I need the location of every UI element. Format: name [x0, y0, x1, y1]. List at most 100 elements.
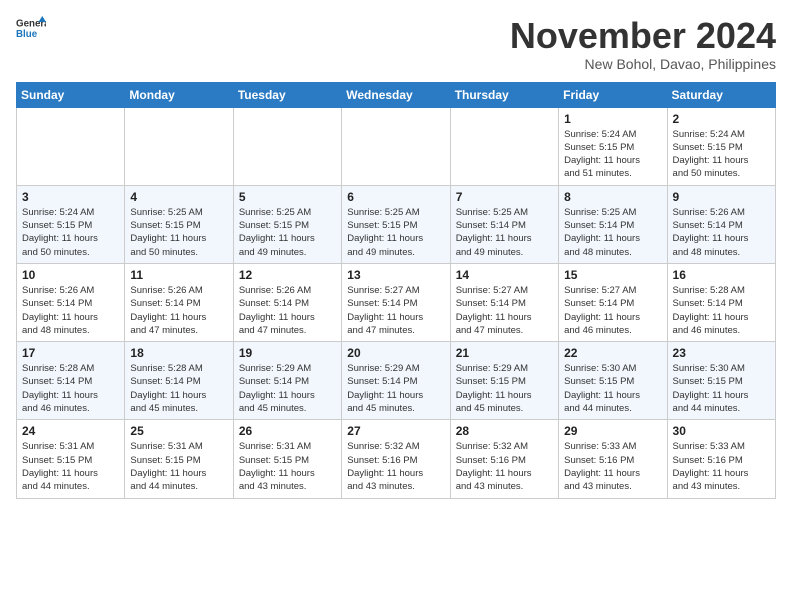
- day-info: Sunrise: 5:25 AM Sunset: 5:14 PM Dayligh…: [456, 206, 553, 259]
- day-info: Sunrise: 5:31 AM Sunset: 5:15 PM Dayligh…: [22, 440, 119, 493]
- day-number: 25: [130, 424, 227, 438]
- cal-cell: [233, 107, 341, 185]
- week-row-1: 1 Sunrise: 5:24 AM Sunset: 5:15 PM Daylig…: [17, 107, 776, 185]
- day-info: Sunrise: 5:26 AM Sunset: 5:14 PM Dayligh…: [22, 284, 119, 337]
- cal-cell: 3 Sunrise: 5:24 AM Sunset: 5:15 PM Daylig…: [17, 185, 125, 263]
- cal-cell: 4 Sunrise: 5:25 AM Sunset: 5:15 PM Daylig…: [125, 185, 233, 263]
- day-info: Sunrise: 5:32 AM Sunset: 5:16 PM Dayligh…: [347, 440, 444, 493]
- day-number: 9: [673, 190, 770, 204]
- cal-cell: 14 Sunrise: 5:27 AM Sunset: 5:14 PM Dayli…: [450, 263, 558, 341]
- cal-cell: 26 Sunrise: 5:31 AM Sunset: 5:15 PM Dayli…: [233, 420, 341, 498]
- day-info: Sunrise: 5:33 AM Sunset: 5:16 PM Dayligh…: [564, 440, 661, 493]
- day-info: Sunrise: 5:28 AM Sunset: 5:14 PM Dayligh…: [673, 284, 770, 337]
- cal-cell: 28Sunrise: 5:32 AM Sunset: 5:16 PM Dayli…: [450, 420, 558, 498]
- cal-cell: [17, 107, 125, 185]
- day-number: 16: [673, 268, 770, 282]
- day-number: 11: [130, 268, 227, 282]
- cal-cell: 16 Sunrise: 5:28 AM Sunset: 5:14 PM Dayli…: [667, 263, 775, 341]
- week-row-3: 10 Sunrise: 5:26 AM Sunset: 5:14 PM Dayli…: [17, 263, 776, 341]
- col-header-tuesday: Tuesday: [233, 82, 341, 107]
- cal-cell: [450, 107, 558, 185]
- svg-text:Blue: Blue: [16, 29, 38, 40]
- day-info: Sunrise: 5:29 AM Sunset: 5:14 PM Dayligh…: [239, 362, 336, 415]
- day-number: 15: [564, 268, 661, 282]
- cal-cell: 15Sunrise: 5:27 AM Sunset: 5:14 PM Dayli…: [559, 263, 667, 341]
- day-info: Sunrise: 5:30 AM Sunset: 5:15 PM Dayligh…: [673, 362, 770, 415]
- week-row-5: 24 Sunrise: 5:31 AM Sunset: 5:15 PM Dayli…: [17, 420, 776, 498]
- day-info: Sunrise: 5:33 AM Sunset: 5:16 PM Dayligh…: [673, 440, 770, 493]
- cal-cell: 27 Sunrise: 5:32 AM Sunset: 5:16 PM Dayli…: [342, 420, 450, 498]
- day-info: Sunrise: 5:27 AM Sunset: 5:14 PM Dayligh…: [347, 284, 444, 337]
- day-number: 19: [239, 346, 336, 360]
- cal-cell: 6 Sunrise: 5:25 AM Sunset: 5:15 PM Daylig…: [342, 185, 450, 263]
- cal-cell: 18 Sunrise: 5:28 AM Sunset: 5:14 PM Dayli…: [125, 342, 233, 420]
- day-number: 4: [130, 190, 227, 204]
- title-area: November 2024 New Bohol, Davao, Philippi…: [510, 16, 776, 72]
- cal-cell: 25 Sunrise: 5:31 AM Sunset: 5:15 PM Dayli…: [125, 420, 233, 498]
- day-number: 5: [239, 190, 336, 204]
- cal-cell: [342, 107, 450, 185]
- col-header-saturday: Saturday: [667, 82, 775, 107]
- col-header-sunday: Sunday: [17, 82, 125, 107]
- cal-cell: 12 Sunrise: 5:26 AM Sunset: 5:14 PM Dayli…: [233, 263, 341, 341]
- day-info: Sunrise: 5:24 AM Sunset: 5:15 PM Dayligh…: [564, 128, 661, 181]
- day-number: 10: [22, 268, 119, 282]
- day-number: 14: [456, 268, 553, 282]
- day-info: Sunrise: 5:30 AM Sunset: 5:15 PM Dayligh…: [564, 362, 661, 415]
- cal-cell: 20Sunrise: 5:29 AM Sunset: 5:14 PM Dayli…: [342, 342, 450, 420]
- day-number: 30: [673, 424, 770, 438]
- col-header-monday: Monday: [125, 82, 233, 107]
- cal-cell: 24 Sunrise: 5:31 AM Sunset: 5:15 PM Dayli…: [17, 420, 125, 498]
- cal-cell: 30 Sunrise: 5:33 AM Sunset: 5:16 PM Dayli…: [667, 420, 775, 498]
- day-number: 23: [673, 346, 770, 360]
- cal-cell: 1 Sunrise: 5:24 AM Sunset: 5:15 PM Daylig…: [559, 107, 667, 185]
- day-number: 12: [239, 268, 336, 282]
- day-number: 26: [239, 424, 336, 438]
- month-year-title: November 2024: [510, 16, 776, 56]
- day-info: Sunrise: 5:31 AM Sunset: 5:15 PM Dayligh…: [239, 440, 336, 493]
- cal-cell: 21 Sunrise: 5:29 AM Sunset: 5:15 PM Dayli…: [450, 342, 558, 420]
- cal-cell: 8 Sunrise: 5:25 AM Sunset: 5:14 PM Daylig…: [559, 185, 667, 263]
- day-info: Sunrise: 5:29 AM Sunset: 5:15 PM Dayligh…: [456, 362, 553, 415]
- day-info: Sunrise: 5:25 AM Sunset: 5:14 PM Dayligh…: [564, 206, 661, 259]
- cal-cell: 29 Sunrise: 5:33 AM Sunset: 5:16 PM Dayli…: [559, 420, 667, 498]
- day-info: Sunrise: 5:24 AM Sunset: 5:15 PM Dayligh…: [22, 206, 119, 259]
- day-number: 3: [22, 190, 119, 204]
- day-info: Sunrise: 5:28 AM Sunset: 5:14 PM Dayligh…: [130, 362, 227, 415]
- calendar-body: 1 Sunrise: 5:24 AM Sunset: 5:15 PM Daylig…: [17, 107, 776, 498]
- cal-cell: 17Sunrise: 5:28 AM Sunset: 5:14 PM Dayli…: [17, 342, 125, 420]
- day-number: 20: [347, 346, 444, 360]
- day-info: Sunrise: 5:26 AM Sunset: 5:14 PM Dayligh…: [239, 284, 336, 337]
- day-number: 2: [673, 112, 770, 126]
- day-number: 27: [347, 424, 444, 438]
- day-info: Sunrise: 5:31 AM Sunset: 5:15 PM Dayligh…: [130, 440, 227, 493]
- day-number: 18: [130, 346, 227, 360]
- day-info: Sunrise: 5:25 AM Sunset: 5:15 PM Dayligh…: [347, 206, 444, 259]
- day-info: Sunrise: 5:24 AM Sunset: 5:15 PM Dayligh…: [673, 128, 770, 181]
- day-info: Sunrise: 5:26 AM Sunset: 5:14 PM Dayligh…: [673, 206, 770, 259]
- day-info: Sunrise: 5:27 AM Sunset: 5:14 PM Dayligh…: [456, 284, 553, 337]
- cal-cell: 11Sunrise: 5:26 AM Sunset: 5:14 PM Dayli…: [125, 263, 233, 341]
- cal-cell: 2 Sunrise: 5:24 AM Sunset: 5:15 PM Daylig…: [667, 107, 775, 185]
- day-number: 13: [347, 268, 444, 282]
- cal-cell: 23 Sunrise: 5:30 AM Sunset: 5:15 PM Dayli…: [667, 342, 775, 420]
- location-subtitle: New Bohol, Davao, Philippines: [510, 56, 776, 72]
- day-number: 6: [347, 190, 444, 204]
- day-number: 7: [456, 190, 553, 204]
- calendar-table: SundayMondayTuesdayWednesdayThursdayFrid…: [16, 82, 776, 499]
- day-number: 24: [22, 424, 119, 438]
- day-number: 8: [564, 190, 661, 204]
- day-number: 28: [456, 424, 553, 438]
- col-header-wednesday: Wednesday: [342, 82, 450, 107]
- day-number: 1: [564, 112, 661, 126]
- week-row-2: 3 Sunrise: 5:24 AM Sunset: 5:15 PM Daylig…: [17, 185, 776, 263]
- page-header: General Blue November 2024 New Bohol, Da…: [16, 16, 776, 72]
- day-number: 29: [564, 424, 661, 438]
- day-info: Sunrise: 5:25 AM Sunset: 5:15 PM Dayligh…: [130, 206, 227, 259]
- cal-cell: 9 Sunrise: 5:26 AM Sunset: 5:14 PM Daylig…: [667, 185, 775, 263]
- cal-cell: 7 Sunrise: 5:25 AM Sunset: 5:14 PM Daylig…: [450, 185, 558, 263]
- calendar-header-row: SundayMondayTuesdayWednesdayThursdayFrid…: [17, 82, 776, 107]
- day-number: 17: [22, 346, 119, 360]
- day-number: 21: [456, 346, 553, 360]
- cal-cell: 22Sunrise: 5:30 AM Sunset: 5:15 PM Dayli…: [559, 342, 667, 420]
